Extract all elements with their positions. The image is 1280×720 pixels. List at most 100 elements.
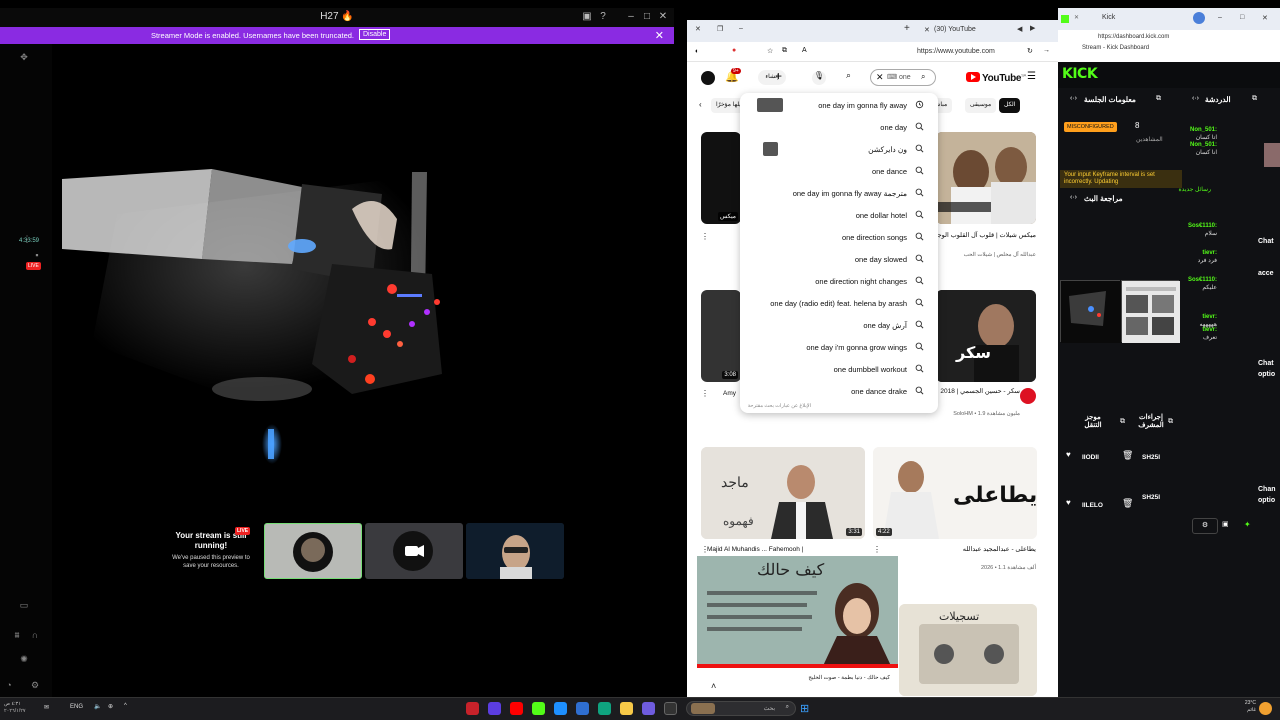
audio-mixer-icon[interactable]: ⩩ [10, 630, 24, 642]
search-icon[interactable]: ⌕ [921, 72, 925, 82]
restore-icon[interactable]: ❐ [717, 25, 723, 33]
camera-icon[interactable]: ▪ [30, 250, 44, 262]
video-title-4[interactable]: Majid Al Muhandis ... Fahemooh | [707, 546, 803, 554]
file-explorer-icon[interactable] [620, 702, 633, 715]
keyboard-icon[interactable]: ⌨ [887, 73, 897, 81]
close-window-icon[interactable]: ✕ [695, 25, 701, 33]
chevron-up-icon[interactable]: ^ [124, 703, 127, 709]
chat-settings-button[interactable]: ⚙ [1192, 518, 1218, 534]
video-title-2[interactable]: Amy [723, 390, 736, 398]
search-suggestion-item[interactable]: one day slowed [740, 248, 938, 270]
video-thumbnail-1[interactable] [936, 132, 1036, 224]
volume-icon[interactable]: 🔈 [94, 703, 101, 710]
video-thumbnail-6[interactable]: تسجيلات [899, 604, 1037, 696]
search-suggestion-item[interactable]: ون دايركشن [740, 138, 938, 160]
kick-app-icon[interactable] [532, 702, 545, 715]
store-icon[interactable] [576, 702, 589, 715]
search-input[interactable]: one [899, 74, 911, 81]
user-avatar-thumb[interactable] [1264, 143, 1280, 167]
app-icon-2[interactable] [642, 702, 655, 715]
favorites-icon[interactable]: ☆ [767, 47, 773, 55]
video-thumbnail-4[interactable]: ماجد فهموه 3:31 [701, 447, 865, 539]
stream-preview-right[interactable] [1121, 280, 1180, 343]
report-suggestions-link[interactable]: الإبلاغ عن عبارات بحث مقترحة [748, 403, 811, 409]
video-thumbnail-5[interactable]: يطاعلى 4:22 [873, 447, 1037, 539]
song-video-card[interactable]: كيف حالك كيف حالك - دنيا بطمة - صوت الخل… [697, 556, 898, 693]
heart-icon-2[interactable]: ♥ [1066, 498, 1071, 507]
heart-icon[interactable]: ♥ [1066, 450, 1071, 459]
chat-username[interactable]: tievr: [1202, 250, 1217, 256]
close-banner-icon[interactable]: ✕ [655, 29, 664, 42]
mic-icon[interactable]: ⋮ [20, 234, 34, 246]
chat-expand-icon[interactable]: ‹·› [1192, 95, 1199, 102]
video-thumbnail-3[interactable]: سكر [936, 290, 1036, 382]
screenshot-icon[interactable]: ▣ [580, 11, 594, 23]
chat-username[interactable]: Sos€1110: [1188, 277, 1217, 283]
more-options-icon-4[interactable]: ⋮ [701, 545, 709, 554]
search-suggestion-item[interactable]: one dollar hotel [740, 204, 938, 226]
youtube-app-icon[interactable] [510, 702, 523, 715]
youtube-logo[interactable]: YouTubeSA [966, 72, 1026, 84]
youtube-tab-title[interactable]: (30) YouTube [934, 26, 976, 33]
minimize-icon[interactable]: – [739, 25, 743, 32]
user-icon[interactable]: ◔ [2, 680, 16, 692]
close-tab-icon[interactable]: ✕ [1074, 14, 1079, 21]
video-thumbnail-1-left[interactable]: ميكس [701, 132, 741, 224]
popout-icon[interactable]: ⧉ [1120, 418, 1125, 426]
profile-avatar[interactable] [1193, 12, 1205, 24]
search-button-icon[interactable]: ⌕ [846, 70, 851, 81]
collapse-icon[interactable]: ˄ [711, 681, 716, 691]
effects-icon[interactable]: ✺ [17, 654, 31, 666]
app-icon-3[interactable] [664, 702, 677, 715]
weather-widget[interactable]: 23°C غائم [1228, 700, 1256, 714]
plus-icon[interactable]: + [775, 69, 782, 83]
language-indicator[interactable]: ENG [70, 704, 83, 710]
chat-username[interactable]: tievr: [1202, 314, 1217, 320]
chips-prev-icon[interactable]: ‹ [699, 100, 702, 109]
close-window-icon[interactable]: ✕ [656, 11, 670, 23]
close-window-icon[interactable]: ✕ [1262, 14, 1268, 22]
search-suggestion-item[interactable]: one day i'm gonna grow wings [740, 336, 938, 358]
settings-icon[interactable]: ⚙ [28, 680, 42, 692]
kick-logo[interactable]: KICK [1062, 66, 1098, 82]
video-thumbnail-2[interactable]: 3:08 [701, 290, 741, 382]
new-tab-button[interactable]: + [904, 23, 910, 34]
search-box[interactable]: ✕ ⌨ one ⌕ [870, 69, 936, 86]
clock[interactable]: ٤:٣١ ص ٢٠٢٦/١/٢٧ [4, 701, 40, 715]
chat-send-icon[interactable]: ▣ [1222, 520, 1229, 528]
chat-icon[interactable]: ▭ [17, 600, 31, 612]
voice-search-icon[interactable]: 🎙 [812, 71, 826, 85]
clear-search-icon[interactable]: ✕ [876, 72, 884, 83]
menu-hamburger-icon[interactable]: ☰ [1027, 71, 1036, 82]
extensions-icon[interactable]: ⧉ [782, 47, 787, 55]
settings-app-icon[interactable] [554, 702, 567, 715]
delete-icon-2[interactable]: 🗑 [1122, 498, 1133, 509]
account-avatar[interactable] [701, 71, 715, 85]
scene-thumbnail-2[interactable] [365, 523, 463, 579]
more-options-icon[interactable]: ⋮ [701, 232, 709, 241]
chip-all[interactable]: الكل [999, 98, 1021, 113]
chip-music[interactable]: موسيقى [965, 98, 997, 113]
kick-url[interactable]: https://dashboard.kick.com [1098, 34, 1169, 40]
refresh-icon[interactable]: ↻ [1027, 47, 1033, 55]
back-icon[interactable]: → [1043, 47, 1050, 54]
search-suggestion-item[interactable]: one day آرش [740, 314, 938, 336]
extension-icon[interactable]: ● [732, 47, 736, 54]
chat-username[interactable]: tievr: [1202, 327, 1217, 333]
minimize-icon[interactable]: – [624, 11, 638, 23]
maximize-icon[interactable]: □ [1240, 14, 1244, 21]
search-suggestion-item[interactable]: one dance drake [740, 380, 938, 402]
address-bar[interactable]: ◐ ● ☆ ⧉ A https://www.youtube.com ↻ → [687, 42, 1058, 62]
chat-username[interactable]: Non_501: [1190, 127, 1217, 133]
minimize-icon[interactable]: – [1218, 14, 1222, 21]
channel-avatar[interactable] [1020, 388, 1036, 404]
delete-icon[interactable]: 🗑 [1122, 450, 1133, 461]
search-suggestion-item[interactable]: one direction songs [740, 226, 938, 248]
chat-popout-icon[interactable]: ⧉ [1252, 95, 1257, 103]
popout-icon-2[interactable]: ⧉ [1168, 418, 1173, 426]
network-icon[interactable]: ⊕ [108, 703, 113, 710]
stream-preview-left[interactable] [1060, 280, 1121, 343]
video-title-5[interactable]: يطاعلى - عبدالمجيد عبدالله [886, 546, 1036, 554]
search-suggestion-item[interactable]: one day (radio edit) feat. helena by ara… [740, 292, 938, 314]
chat-username[interactable]: Sos€1110: [1188, 223, 1217, 229]
